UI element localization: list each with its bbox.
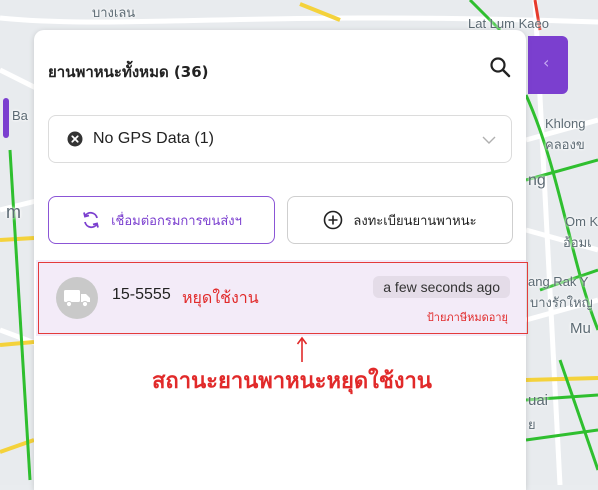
- no-gps-icon: [67, 131, 83, 147]
- annotation-highlight-box: [38, 262, 528, 334]
- annotation-arrow-icon: [296, 336, 308, 362]
- map-label: m: [6, 202, 21, 222]
- map-label: Om K: [565, 214, 598, 229]
- map-label: Ba: [12, 108, 28, 123]
- add-circle-icon: [324, 210, 343, 230]
- map-label: ng: [528, 172, 546, 189]
- map-label: อ้อมเ: [563, 235, 592, 250]
- connect-dlt-button[interactable]: เชื่อมต่อกรมการขนส่งฯ: [48, 196, 275, 244]
- register-vehicle-label: ลงทะเบียนยานพาหนะ: [353, 213, 477, 229]
- sync-icon: [83, 211, 99, 229]
- panel-header: ยานพาหนะทั้งหมด (36): [48, 57, 512, 88]
- map-label: บางเลน: [92, 5, 136, 20]
- search-icon[interactable]: [488, 55, 512, 79]
- collapse-panel-tab[interactable]: ‹: [528, 36, 568, 94]
- map-label: Khlong: [545, 116, 586, 131]
- chevron-down-icon: [482, 136, 496, 144]
- map-label: บางรักใหญ: [530, 295, 593, 310]
- register-vehicle-button[interactable]: ลงทะเบียนยานพาหนะ: [287, 196, 513, 244]
- map-label: ang Rak Y: [528, 274, 589, 289]
- map-label: Lat Lum Kaeo: [468, 16, 549, 31]
- map-label: คลองข: [545, 137, 585, 152]
- status-filter-select[interactable]: No GPS Data (1): [48, 115, 512, 163]
- vehicle-panel: ยานพาหนะทั้งหมด (36) No GPS Data (1) เชื…: [34, 30, 526, 490]
- connect-dlt-label: เชื่อมต่อกรมการขนส่งฯ: [111, 213, 242, 229]
- map-label: ย: [528, 417, 536, 432]
- annotation-caption: สถานะยานพาหนะหยุดใช้งาน: [152, 369, 432, 394]
- map-label: Mu: [570, 320, 591, 337]
- filter-selected-value: No GPS Data (1): [93, 130, 214, 147]
- page-title: ยานพาหนะทั้งหมด (36): [48, 63, 209, 81]
- chevron-left-icon: ‹: [543, 53, 550, 72]
- map-side-marker: [3, 98, 9, 138]
- map-label: uai: [528, 392, 549, 409]
